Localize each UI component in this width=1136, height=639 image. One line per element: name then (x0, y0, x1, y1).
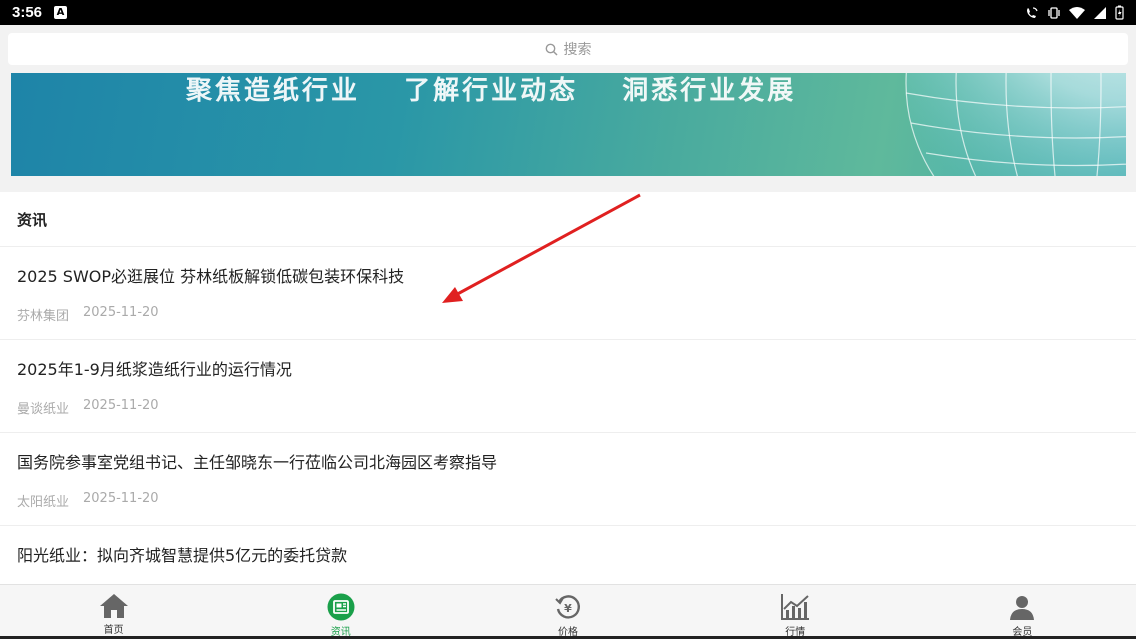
news-item[interactable]: 2025年1-9月纸浆造纸行业的运行情况 曼谈纸业 2025-11-20 (0, 340, 1136, 433)
wifi-icon (1069, 6, 1085, 19)
news-source: 芬林集团 (17, 309, 70, 324)
search-bar-container: 搜索 (0, 25, 1136, 73)
news-date: 2025-11-20 (83, 398, 159, 413)
news-item[interactable]: 国务院参事室党组书记、主任邹晓东一行莅临公司北海园区考察指导 太阳纸业 2025… (0, 433, 1136, 526)
search-placeholder: 搜索 (563, 42, 592, 58)
vibrate-icon (1048, 6, 1060, 19)
news-item[interactable]: 阳光纸业：拟向齐城智慧提供5亿元的委托贷款 (0, 526, 1136, 584)
news-title: 阳光纸业：拟向齐城智慧提供5亿元的委托贷款 (17, 546, 348, 565)
tab-home[interactable]: 首页 (0, 585, 227, 639)
status-bar: 3:56 A (0, 0, 1136, 25)
svg-text:¥: ¥ (564, 602, 572, 615)
globe-graphic (905, 73, 1126, 176)
member-icon (1010, 596, 1035, 620)
section-title: 资讯 (0, 192, 1136, 247)
market-chart-icon (781, 594, 810, 620)
banner-slogan: 聚焦造纸行业 了解行业动态 洞悉行业发展 (186, 76, 797, 106)
banner-carousel[interactable]: 聚焦造纸行业 了解行业动态 洞悉行业发展 (11, 73, 1126, 176)
news-title: 2025年1-9月纸浆造纸行业的运行情况 (17, 360, 292, 379)
signal-icon (1094, 6, 1106, 19)
news-item[interactable]: 2025 SWOP必逛展位 芬林纸板解锁低碳包装环保科技 芬林集团 2025-1… (0, 247, 1136, 340)
status-time: 3:56 (12, 4, 43, 21)
news-meta: 曼谈纸业 2025-11-20 (17, 398, 1119, 417)
news-source: 曼谈纸业 (17, 402, 70, 417)
tab-news[interactable]: 资讯 (227, 585, 454, 639)
news-meta: 太阳纸业 2025-11-20 (17, 491, 1119, 510)
news-source: 太阳纸业 (17, 495, 70, 510)
home-icon (99, 594, 128, 618)
bottom-tab-bar: 首页 资讯 ¥ 价格 行情 会员 (0, 584, 1136, 639)
status-icons (1025, 5, 1124, 20)
news-date: 2025-11-20 (83, 305, 159, 320)
news-section: 资讯 2025 SWOP必逛展位 芬林纸板解锁低碳包装环保科技 芬林集团 202… (0, 192, 1136, 584)
tab-member[interactable]: 会员 (909, 585, 1136, 639)
tab-market[interactable]: 行情 (682, 585, 909, 639)
search-input[interactable]: 搜索 (8, 33, 1128, 65)
notification-a-icon: A (54, 6, 68, 19)
tab-label: 首页 (103, 625, 124, 636)
news-meta: 芬林集团 2025-11-20 (17, 305, 1119, 324)
tab-price[interactable]: ¥ 价格 (454, 585, 681, 639)
news-title: 国务院参事室党组书记、主任邹晓东一行莅临公司北海园区考察指导 (17, 453, 498, 472)
search-icon (545, 43, 558, 56)
battery-icon (1115, 5, 1124, 20)
news-icon (327, 593, 355, 621)
news-title: 2025 SWOP必逛展位 芬林纸板解锁低碳包装环保科技 (17, 267, 405, 286)
price-icon: ¥ (555, 595, 580, 619)
wifi-call-icon (1027, 6, 1038, 18)
news-date: 2025-11-20 (83, 491, 159, 506)
